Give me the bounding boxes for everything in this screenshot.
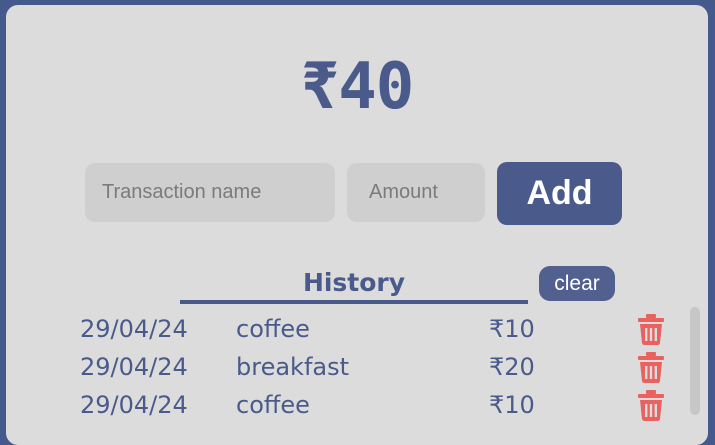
history-scrollbar[interactable] [690,307,700,415]
transaction-date: 29/04/24 [80,353,188,381]
transaction-amount: ₹20 [489,353,535,381]
amount-input[interactable] [347,163,485,222]
clear-button[interactable]: clear [539,266,615,301]
transaction-name: coffee [236,391,310,419]
transaction-list: 29/04/24 coffee ₹10 29/04/24 breakfast ₹… [6,310,708,424]
history-title: History [302,268,406,297]
transaction-amount: ₹10 [489,315,535,343]
transaction-name: coffee [236,315,310,343]
transaction-name-input[interactable] [85,163,335,222]
transaction-name: breakfast [236,353,350,381]
trash-icon[interactable] [636,351,666,383]
transaction-date: 29/04/24 [80,391,188,419]
transaction-date: 29/04/24 [80,315,188,343]
add-button[interactable]: Add [497,162,622,225]
transaction-row: 29/04/24 coffee ₹10 [6,310,708,348]
balance-display: ₹40 [300,50,415,124]
transaction-row: 29/04/24 breakfast ₹20 [6,348,708,386]
transaction-amount: ₹10 [489,391,535,419]
trash-icon[interactable] [636,313,666,345]
trash-icon[interactable] [636,389,666,421]
transaction-row: 29/04/24 coffee ₹10 [6,386,708,424]
wallet-card: ₹40 Add History clear 29/04/24 coffee ₹1… [6,5,708,445]
history-underline [180,300,528,304]
